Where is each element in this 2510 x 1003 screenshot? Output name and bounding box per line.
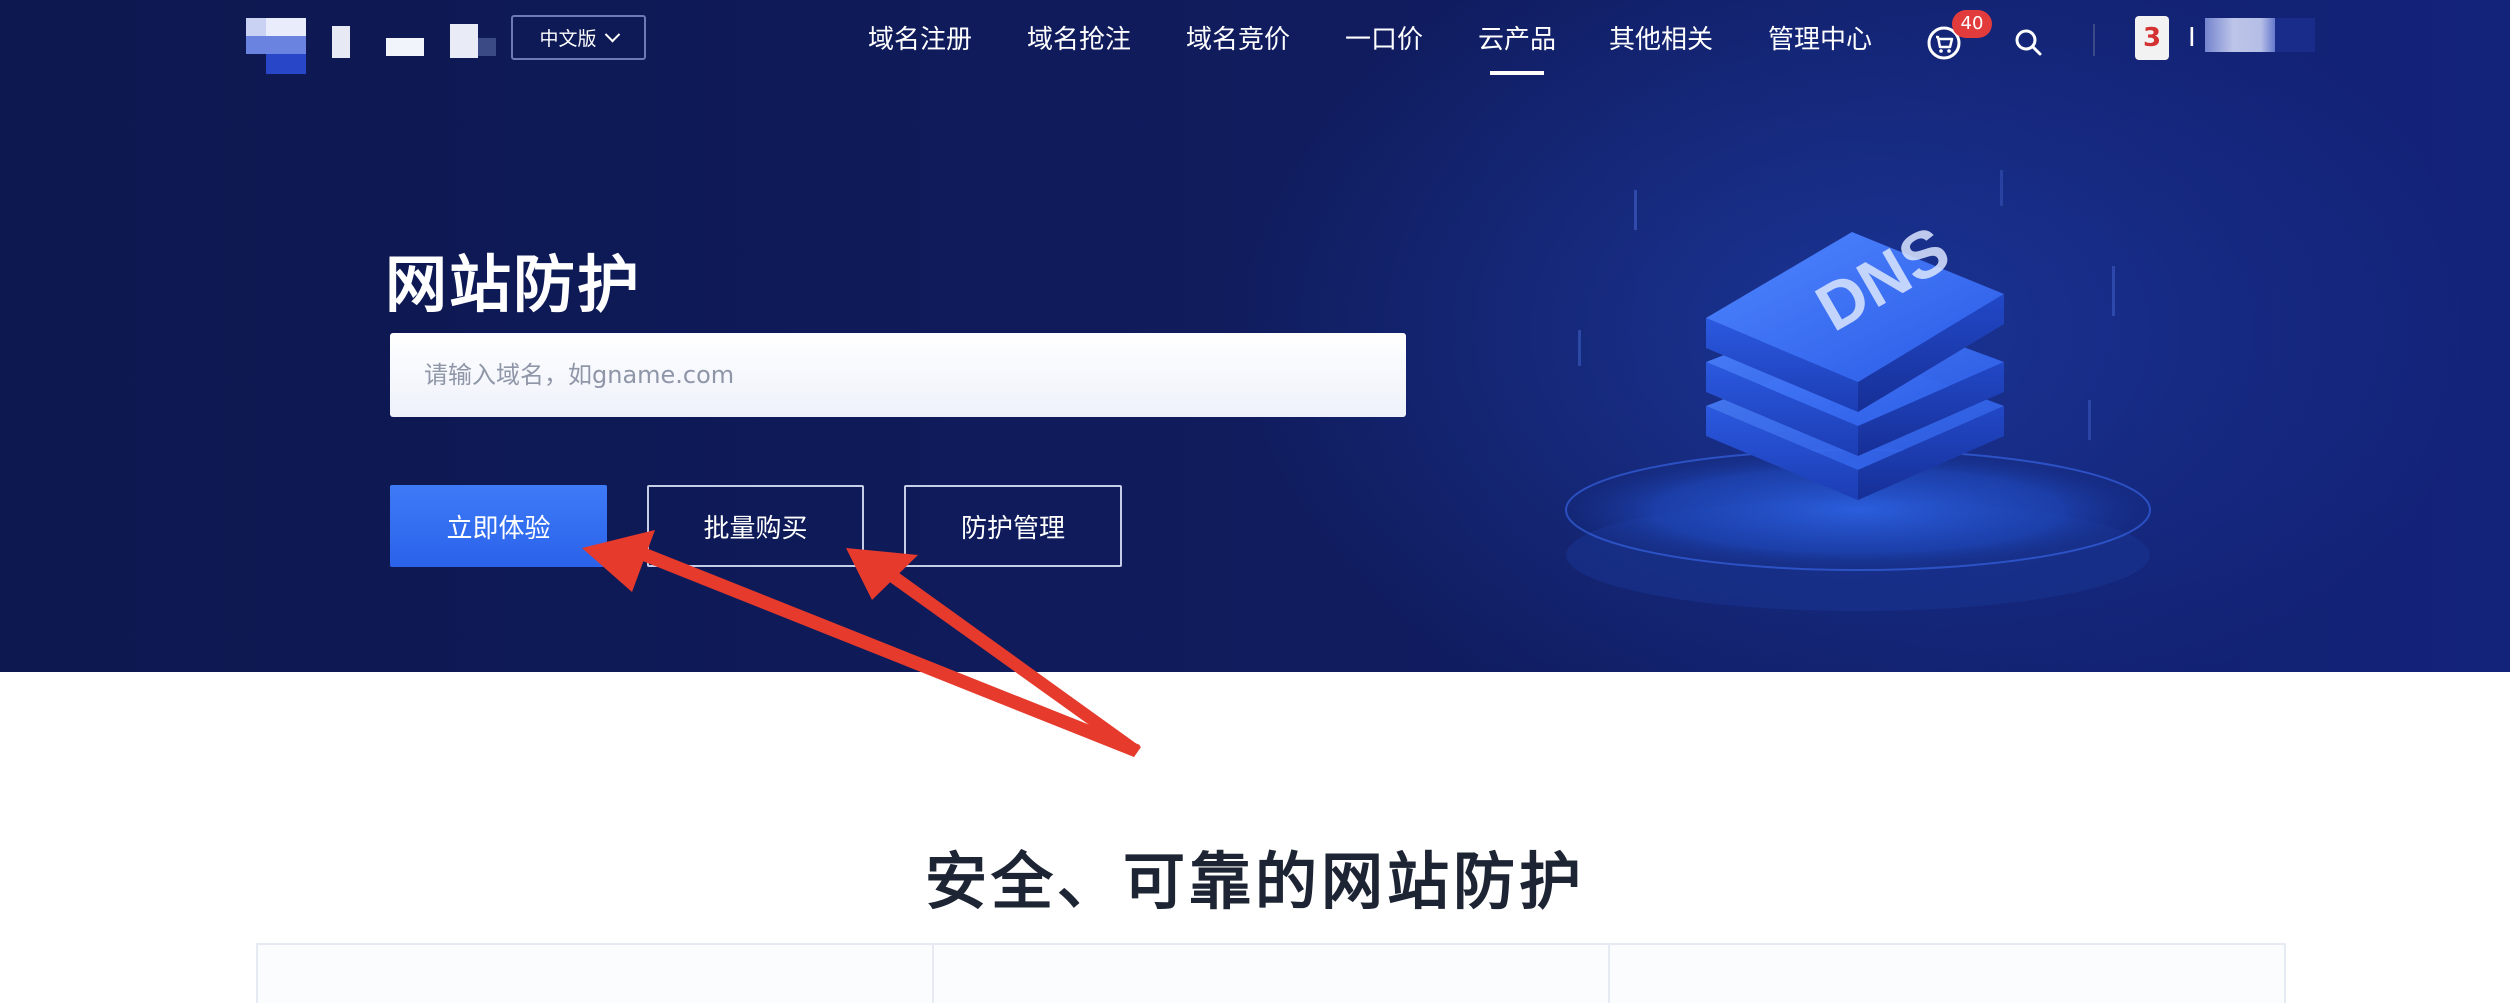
nav-domain-register[interactable]: 域名注册 [868, 20, 972, 60]
feature-card [1610, 945, 2284, 1003]
nav-divider [2093, 24, 2095, 56]
dns-stack-illustration: DNS [1565, 170, 2151, 611]
feature-card [258, 945, 934, 1003]
user-id-redacted [2205, 18, 2275, 52]
section-title: 安全、可靠的网站防护 [924, 845, 1585, 919]
nav-fixed-price[interactable]: 一口价 [1345, 20, 1423, 60]
search-icon[interactable] [2012, 26, 2044, 58]
nav-others[interactable]: 其他相关 [1609, 20, 1713, 60]
feature-card [934, 945, 1610, 1003]
hero-banner: 中文版 域名注册 域名抢注 域名竞价 一口价 云产品 其他相关 管理中心 40 … [0, 0, 2510, 672]
site-logo[interactable] [246, 18, 496, 78]
cart-count-badge: 40 [1952, 10, 1992, 38]
try-now-button[interactable]: 立即体验 [390, 485, 607, 567]
feature-cards [256, 943, 2286, 1003]
protection-manage-button[interactable]: 防护管理 [904, 485, 1122, 567]
bulk-buy-button[interactable]: 批量购买 [647, 485, 864, 567]
chevron-down-icon [604, 26, 620, 43]
nav-domain-auction[interactable]: 域名竞价 [1186, 20, 1290, 60]
language-selector[interactable]: 中文版 [511, 15, 646, 60]
nav-admin-center[interactable]: 管理中心 [1768, 20, 1872, 60]
nav-cloud-products[interactable]: 云产品 [1478, 20, 1556, 60]
nav-domain-snapback[interactable]: 域名抢注 [1027, 20, 1131, 60]
domain-search-input[interactable] [390, 333, 1406, 417]
language-label: 中文版 [539, 28, 597, 50]
user-id-label[interactable]: I [2188, 18, 2196, 58]
user-avatar[interactable]: 3 [2135, 16, 2169, 60]
active-nav-indicator [1490, 71, 1544, 75]
user-id-redacted-edge [2275, 18, 2315, 52]
page-title: 网站防护 [385, 247, 642, 321]
